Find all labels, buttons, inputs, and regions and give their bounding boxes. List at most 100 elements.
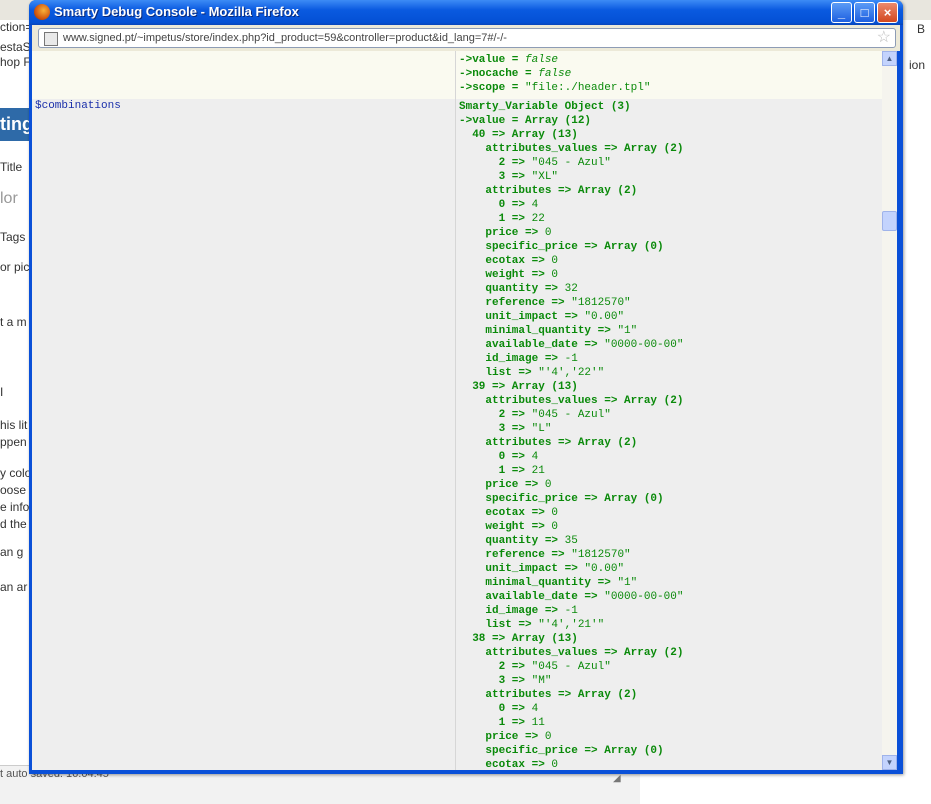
dump-value: "0.00" [584, 311, 625, 323]
dump-key: quantity => [485, 283, 565, 295]
debug-content: ->value = false ->nocache = false ->scope … [32, 51, 882, 770]
dump-key: 1 => [498, 213, 532, 225]
dump-value: -1 [564, 353, 578, 365]
dump-value: "1" [617, 325, 638, 337]
dump-key: 40 => Array (13) [472, 129, 578, 141]
dump-value: 0 [544, 479, 552, 491]
background-text-fragment: an ar [0, 580, 28, 594]
background-left-strip: ction= estaShop F ting Title lor Tags or pick t… [0, 20, 30, 780]
dump-line: attributes_values => Array (2) [459, 142, 683, 156]
dump-key: 0 => [498, 703, 532, 715]
bookmark-star-icon[interactable]: ☆ [877, 29, 891, 47]
dump-key: 2 => [498, 157, 532, 169]
dump-line: attributes_values => Array (2) [459, 646, 683, 660]
dump-key: specific_price => Array (0) [485, 241, 664, 253]
dump-line: 0 => 4 [459, 702, 683, 716]
dump-value: "M" [531, 675, 552, 687]
dump-line: unit_impact => "0.00" [459, 310, 683, 324]
dump-key: 2 => [498, 409, 532, 421]
dump-value: 22 [531, 213, 545, 225]
dump-value: "045 - Azul" [531, 157, 611, 169]
dump-value: 0 [551, 507, 559, 519]
dump-value: "0000-00-00" [604, 591, 684, 603]
dump-value: "'4','21'" [538, 619, 605, 631]
dump-key: 0 => [498, 199, 532, 211]
dump-key: attributes => Array (2) [485, 689, 638, 701]
dump-line: 38 => Array (13) [459, 632, 683, 646]
dump-key: ->nocache = [459, 68, 539, 80]
dump-line: ecotax => 0 [459, 254, 683, 268]
dump-key: attributes_values => Array (2) [485, 143, 684, 155]
dump-key: ->value = Array (12) [459, 115, 592, 127]
dump-line: price => 0 [459, 226, 683, 240]
dump-key: available_date => [485, 339, 605, 351]
dump-line: 2 => "045 - Azul" [459, 660, 683, 674]
dump-key: specific_price => Array (0) [485, 493, 664, 505]
dump-key: available_date => [485, 591, 605, 603]
background-text-fragment: ppen [0, 435, 27, 449]
window-titlebar[interactable]: Smarty Debug Console - Mozilla Firefox _… [29, 0, 903, 25]
dump-line: 40 => Array (13) [459, 128, 683, 142]
background-right-fragment: B [917, 22, 926, 36]
vertical-scrollbar[interactable]: ▲ ▼ [882, 51, 897, 770]
dump-key: 2 => [498, 661, 532, 673]
dump-line: price => 0 [459, 478, 683, 492]
background-text-fragment: y colo [0, 466, 30, 480]
dump-value: "L" [531, 423, 552, 435]
dump-key: 1 => [498, 465, 532, 477]
dump-value: "0.00" [584, 563, 625, 575]
dump-key: 3 => [498, 171, 532, 183]
resize-grip-icon[interactable]: ◢ [613, 773, 627, 787]
dump-line: list => "'4','22'" [459, 366, 683, 380]
dump-value: 0 [551, 759, 559, 770]
background-text-fragment: e info [0, 500, 30, 514]
dump-key: ecotax => [485, 255, 552, 267]
dump-key: 38 => Array (13) [472, 633, 578, 645]
close-button[interactable]: × [877, 2, 898, 23]
dump-value: "1812570" [571, 549, 631, 561]
dump-line: ecotax => 0 [459, 758, 683, 770]
dump-value: "file:./header.tpl" [525, 82, 651, 94]
dump-value: "'4','22'" [538, 367, 605, 379]
scroll-thumb[interactable] [882, 211, 897, 231]
dump-line: attributes_values => Array (2) [459, 394, 683, 408]
background-text-fragment: oose [0, 483, 27, 497]
dump-line: 39 => Array (13) [459, 380, 683, 394]
dump-value: -1 [564, 605, 578, 617]
dump-key: id_image => [485, 605, 565, 617]
dump-line: ->value = Array (12) [459, 114, 683, 128]
dump-key: weight => [485, 521, 552, 533]
dump-line: minimal_quantity => "1" [459, 576, 683, 590]
background-text-fragment: d the [0, 517, 27, 531]
url-field[interactable]: www.signed.pt/~impetus/store/index.php?i… [38, 28, 896, 48]
background-text-fragment: I [0, 385, 4, 399]
site-icon [44, 32, 58, 46]
previous-dump-line: ->value = false [459, 53, 650, 67]
dump-value: 4 [531, 703, 539, 715]
dump-key: attributes => Array (2) [485, 185, 638, 197]
dump-value: 0 [544, 731, 552, 743]
dump-key: Smarty_Variable Object (3) [459, 101, 631, 113]
dump-line: price => 0 [459, 730, 683, 744]
dump-line: 1 => 11 [459, 716, 683, 730]
address-bar: www.signed.pt/~impetus/store/index.php?i… [32, 25, 900, 51]
previous-variable-dump: ->value = false ->nocache = false ->scope … [459, 53, 650, 95]
scroll-down-arrow-icon[interactable]: ▼ [882, 755, 897, 770]
dump-value: 21 [531, 465, 545, 477]
dump-line: quantity => 35 [459, 534, 683, 548]
dump-line: ecotax => 0 [459, 506, 683, 520]
firefox-icon [34, 4, 50, 20]
background-text-fragment: Tags [0, 230, 26, 244]
dump-value: 0 [551, 255, 559, 267]
dump-key: price => [485, 227, 545, 239]
dump-key: list => [485, 367, 539, 379]
minimize-button[interactable]: _ [831, 2, 852, 23]
scroll-up-arrow-icon[interactable]: ▲ [882, 51, 897, 66]
dump-key: ecotax => [485, 507, 552, 519]
dump-line: minimal_quantity => "1" [459, 324, 683, 338]
dump-key: specific_price => Array (0) [485, 745, 664, 757]
dump-key: ecotax => [485, 759, 552, 770]
debug-console-window: Smarty Debug Console - Mozilla Firefox _… [29, 0, 903, 774]
dump-value: 4 [531, 451, 539, 463]
maximize-button[interactable]: □ [854, 2, 875, 23]
